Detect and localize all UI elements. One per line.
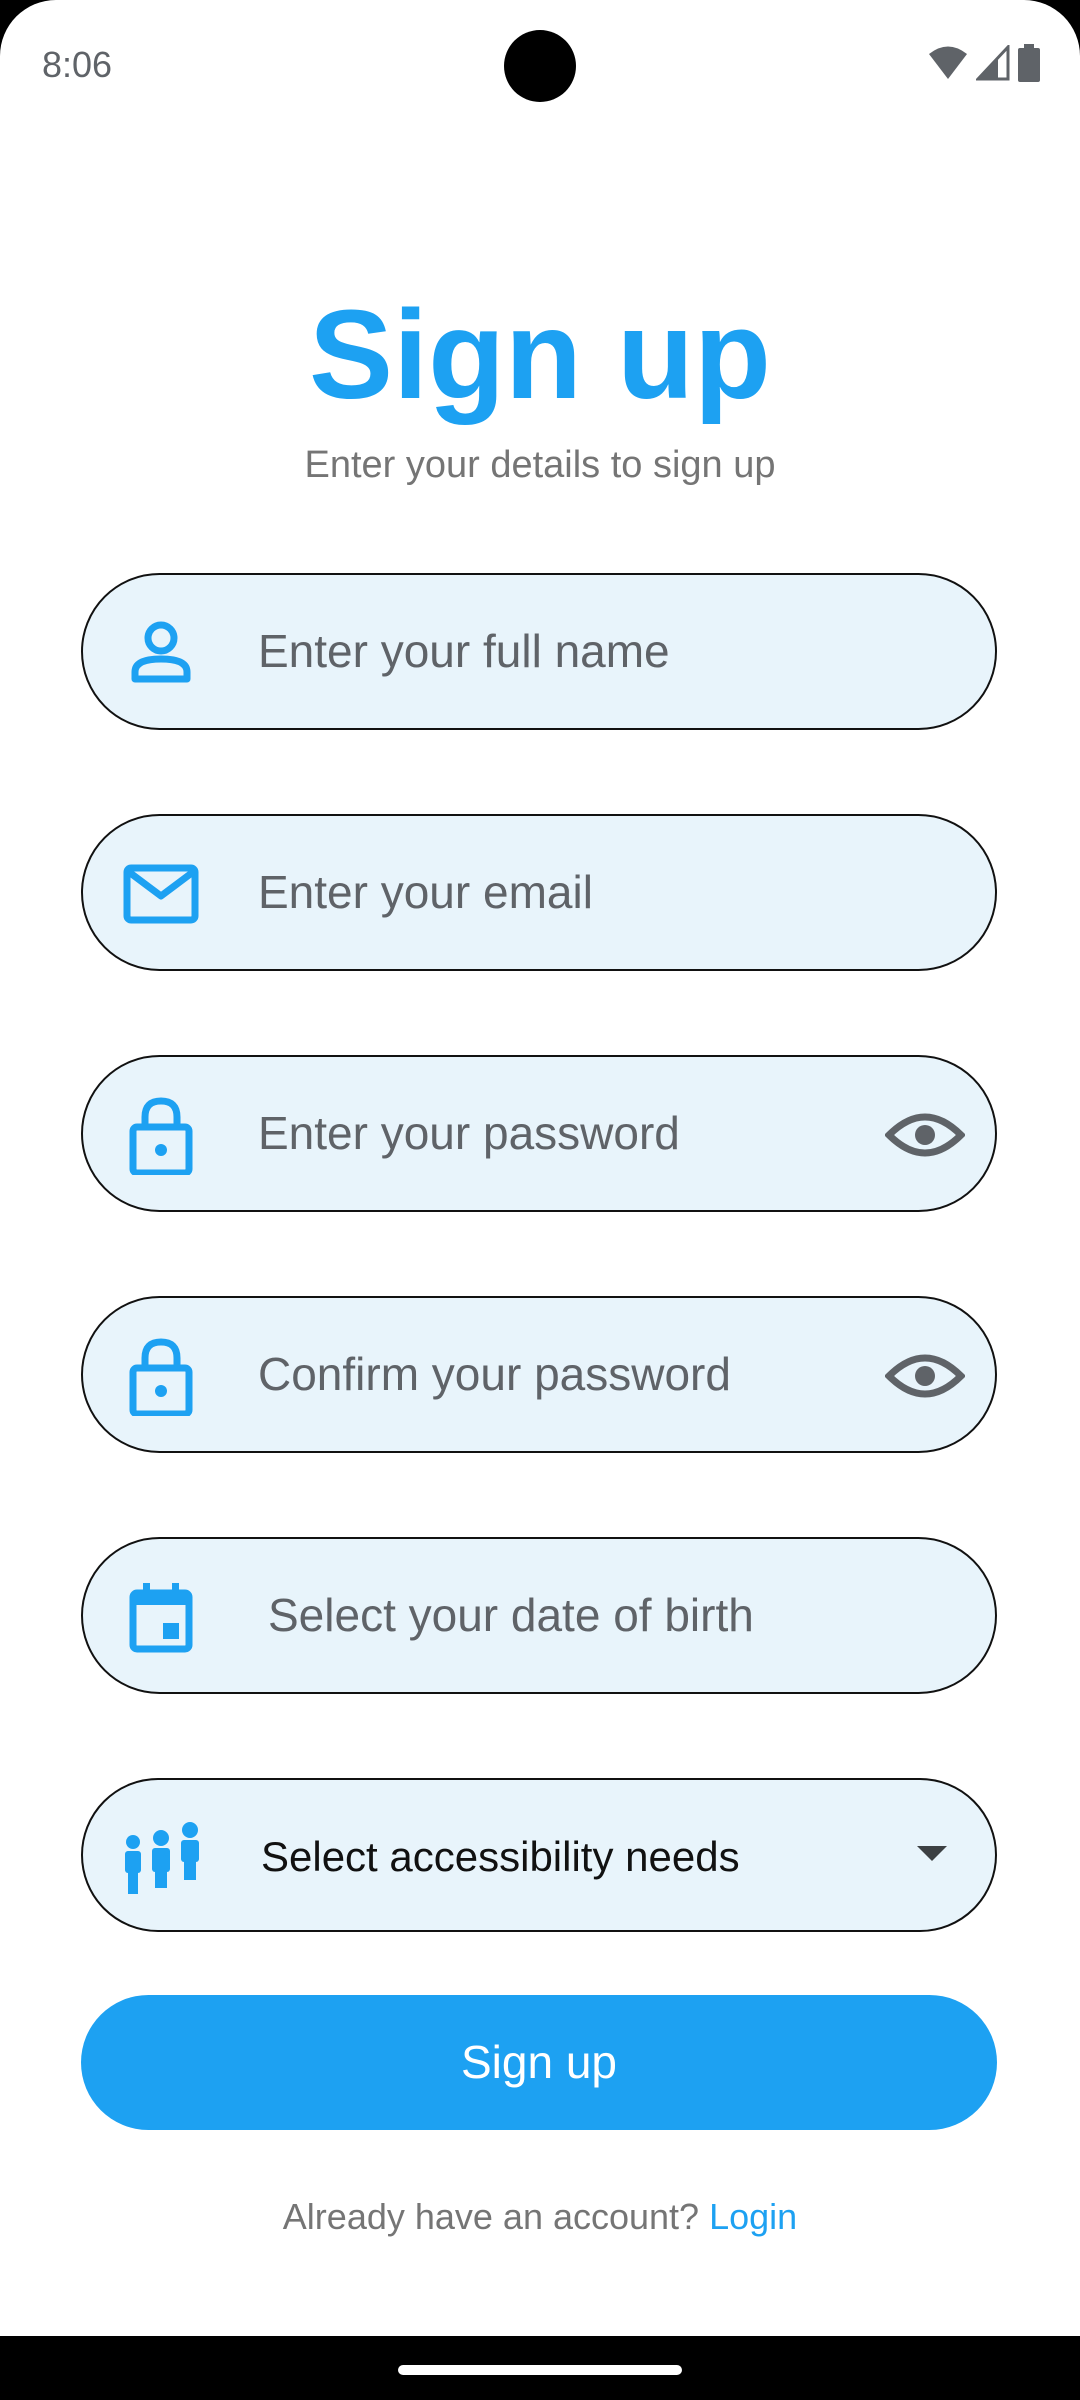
password-field[interactable]: Enter your password [81, 1055, 997, 1212]
confirm-password-field[interactable]: Confirm your password [81, 1296, 997, 1453]
page-subtitle: Enter your details to sign up [304, 444, 776, 486]
eye-icon[interactable] [885, 1095, 965, 1175]
camera-cutout [504, 30, 576, 102]
signup-screen: 8:06 Sign up Enter your details to sign … [0, 0, 1080, 2336]
wifi-icon [929, 46, 967, 79]
confirm-password-placeholder: Confirm your password [258, 1348, 731, 1400]
password-placeholder: Enter your password [258, 1107, 680, 1159]
calendar-icon [129, 1583, 193, 1653]
full-name-placeholder: Enter your full name [258, 625, 670, 677]
people-icon [125, 1822, 199, 1894]
signal-icon [976, 45, 1010, 81]
eye-icon[interactable] [885, 1336, 965, 1416]
signup-button[interactable]: Sign up [81, 1995, 997, 2130]
dob-field[interactable]: Select your date of birth [81, 1537, 997, 1694]
status-icons [928, 44, 1040, 82]
status-time: 8:06 [42, 44, 113, 85]
dob-placeholder: Select your date of birth [268, 1589, 754, 1641]
email-placeholder: Enter your email [258, 866, 593, 918]
login-prompt-line: Already have an account? Login [0, 2196, 1080, 2238]
page-title: Sign up [309, 284, 771, 425]
person-icon [131, 621, 191, 683]
accessibility-select[interactable]: Select accessibility needs [81, 1778, 997, 1932]
lock-icon [129, 1338, 193, 1416]
full-name-field[interactable]: Enter your full name [81, 573, 997, 730]
email-field[interactable]: Enter your email [81, 814, 997, 971]
accessibility-value: Select accessibility needs [261, 1833, 740, 1880]
mail-icon [123, 864, 199, 924]
home-indicator[interactable] [398, 2365, 682, 2375]
lock-icon [129, 1097, 193, 1175]
battery-icon [1018, 44, 1040, 82]
caret-down-icon[interactable] [917, 1846, 947, 1861]
login-link[interactable]: Login [709, 2196, 797, 2237]
status-bar: 8:06 [0, 0, 1080, 135]
login-prompt-text: Already have an account? [282, 2196, 700, 2237]
